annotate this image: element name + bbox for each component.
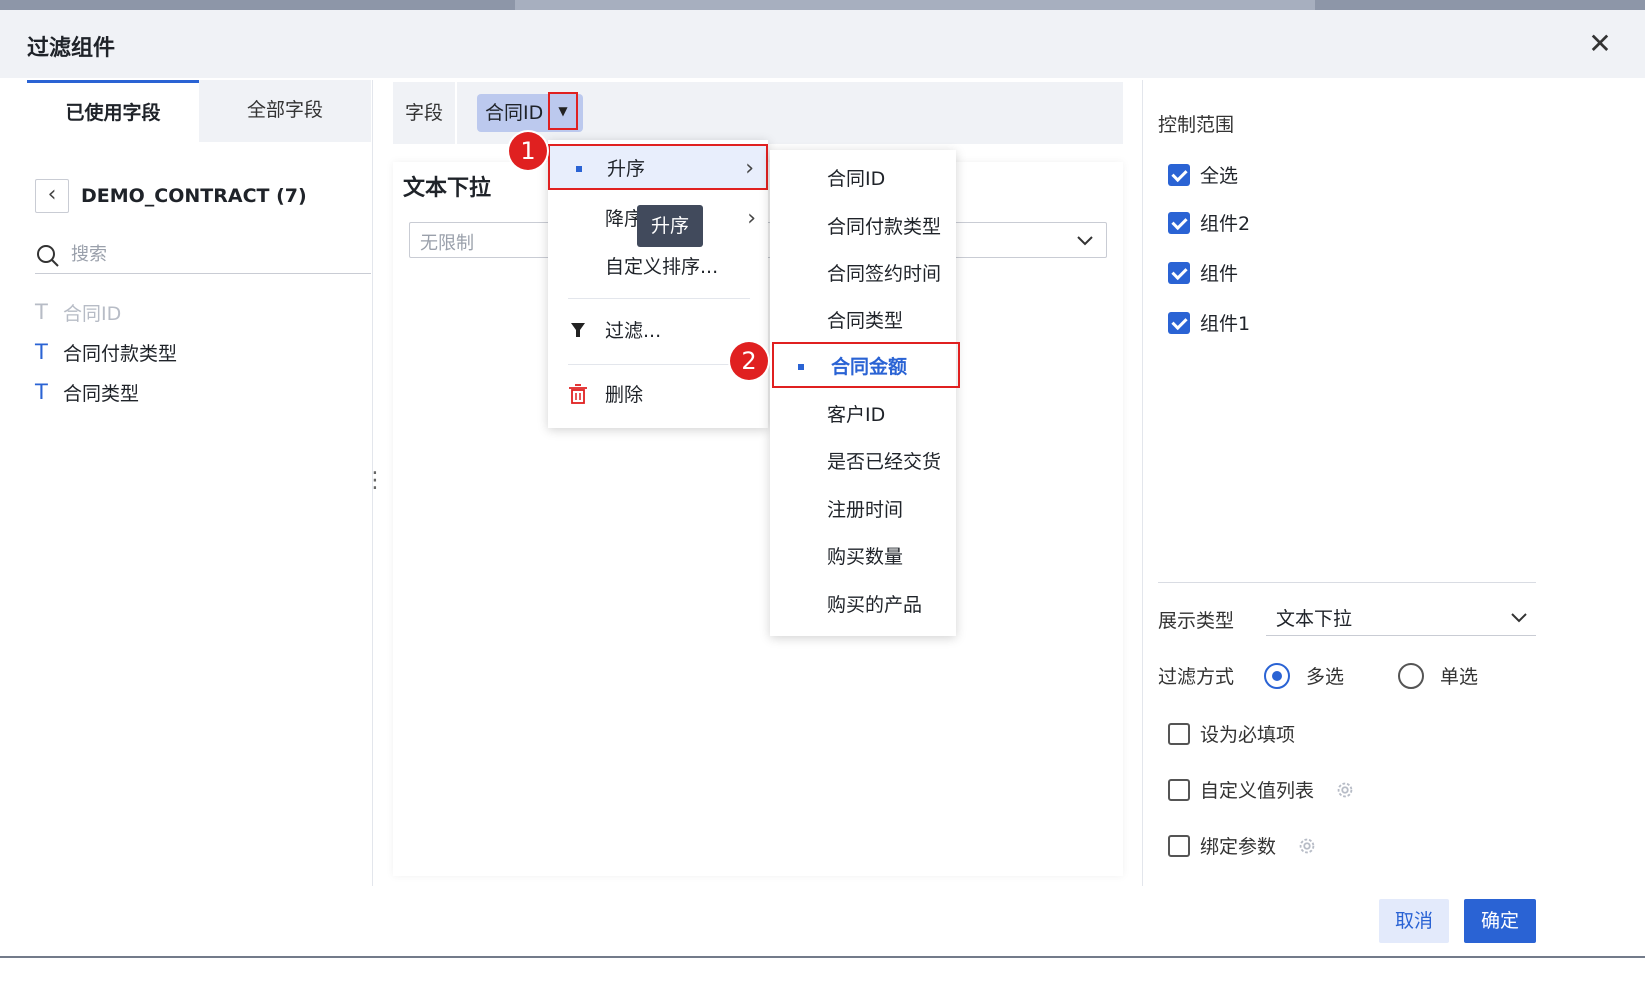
field-label: 合同ID <box>63 302 122 325</box>
checkbox-custom-values[interactable]: 自定义值列表 <box>1168 776 1356 803</box>
chevron-down-icon <box>1077 236 1093 246</box>
section-divider <box>1158 582 1536 583</box>
checkbox-select-all[interactable]: 全选 <box>1168 161 1238 188</box>
background-strip <box>0 0 1645 10</box>
field-bar-label: 字段 <box>393 82 457 144</box>
menu-separator <box>568 364 750 365</box>
checkbox-component1[interactable]: 组件1 <box>1168 309 1250 336</box>
checkbox-checked-icon <box>1168 211 1190 234</box>
selected-dot-icon <box>576 166 582 172</box>
gear-icon[interactable] <box>1296 835 1318 857</box>
field-panel: 已使用字段 全部字段 ‹ DEMO_CONTRACT (7) T 合同ID T 合同… <box>27 80 371 900</box>
text-type-icon: T <box>35 380 48 404</box>
text-type-icon: T <box>35 340 48 364</box>
field-bar: 字段 合同ID <box>393 82 1123 144</box>
field-label: 合同类型 <box>63 382 140 405</box>
list-item-field[interactable]: T 合同类型 <box>35 372 371 412</box>
display-type-label: 展示类型 <box>1158 610 1235 632</box>
submenu-item[interactable]: 合同ID <box>770 156 956 202</box>
dataset-name: DEMO_CONTRACT (7) <box>81 185 307 207</box>
search-icon <box>37 244 59 267</box>
selected-dot-icon <box>798 364 804 370</box>
checkbox-unchecked-icon <box>1168 778 1190 801</box>
menu-separator <box>568 298 750 299</box>
menu-item-custom-sort[interactable]: 自定义排序... <box>548 244 768 290</box>
submenu-item[interactable]: 合同类型 <box>770 298 956 344</box>
display-type-select[interactable]: 文本下拉 <box>1266 598 1536 636</box>
submenu-item[interactable]: 客户ID <box>770 392 956 438</box>
dataset-row: ‹ DEMO_CONTRACT (7) <box>35 178 307 214</box>
submenu-item[interactable]: 注册时间 <box>770 487 956 533</box>
submenu-item[interactable]: 购买的产品 <box>770 582 956 628</box>
gear-icon[interactable] <box>1334 779 1356 801</box>
radio-single-label: 单选 <box>1440 666 1479 688</box>
checkbox-required[interactable]: 设为必填项 <box>1168 720 1295 747</box>
field-tabs: 已使用字段 全部字段 <box>27 80 371 142</box>
field-search <box>35 236 371 274</box>
submenu-item-selected[interactable]: 合同金额 <box>772 342 960 388</box>
submenu-item[interactable]: 购买数量 <box>770 534 956 580</box>
text-type-icon: T <box>35 300 48 324</box>
panel-divider <box>1142 80 1143 886</box>
ok-button[interactable]: 确定 <box>1464 899 1536 943</box>
chevron-right-icon: › <box>745 156 754 181</box>
checkbox-component[interactable]: 组件 <box>1168 259 1238 286</box>
close-icon[interactable]: ✕ <box>1584 28 1616 60</box>
chevron-right-icon: › <box>747 206 756 231</box>
menu-item-delete[interactable]: 删除 <box>548 372 768 418</box>
chip-dropdown-button[interactable]: ▼ <box>548 92 578 130</box>
radio-multi-label: 多选 <box>1306 666 1345 688</box>
radio-single[interactable] <box>1398 662 1425 689</box>
back-button[interactable]: ‹ <box>35 179 69 213</box>
trash-icon <box>569 384 587 404</box>
search-input[interactable] <box>71 244 351 265</box>
cancel-button[interactable]: 取消 <box>1379 899 1449 943</box>
submenu-item[interactable]: 合同签约时间 <box>770 251 956 297</box>
preview-placeholder: 无限制 <box>420 233 474 254</box>
tab-all-fields[interactable]: 全部字段 <box>199 80 371 142</box>
checkbox-component2[interactable]: 组件2 <box>1168 209 1250 236</box>
bottom-border <box>0 956 1645 958</box>
filter-mode-row: 过滤方式 多选 单选 <box>1158 662 1478 689</box>
display-type-value: 文本下拉 <box>1276 608 1353 630</box>
filter-mode-label: 过滤方式 <box>1158 666 1235 688</box>
submenu-item[interactable]: 合同付款类型 <box>770 204 956 250</box>
step-badge: 1 <box>509 132 547 170</box>
tab-used-fields[interactable]: 已使用字段 <box>27 80 199 142</box>
dialog-titlebar: 过滤组件 ✕ <box>0 10 1645 78</box>
checkbox-checked-icon <box>1168 261 1190 284</box>
sort-field-submenu: 合同ID 合同付款类型 合同签约时间 合同类型 合同金额 客户ID 是否已经交货… <box>770 150 960 636</box>
field-label: 合同付款类型 <box>63 342 178 365</box>
radio-multi[interactable] <box>1264 662 1291 689</box>
menu-item-ascending[interactable]: 升序 › <box>548 144 768 190</box>
chevron-down-icon <box>1511 613 1527 623</box>
funnel-icon <box>571 323 585 337</box>
sort-context-menu: 升序 › 降序 › 自定义排序... 过滤... 删除 <box>548 140 768 428</box>
step-badge: 2 <box>730 342 768 380</box>
submenu-item[interactable]: 是否已经交货 <box>770 439 956 485</box>
background-strip-segment <box>515 0 1315 10</box>
list-item-field[interactable]: T 合同ID <box>35 292 371 332</box>
checkbox-bind-param[interactable]: 绑定参数 <box>1168 832 1318 859</box>
checkbox-unchecked-icon <box>1168 834 1190 857</box>
list-item-field[interactable]: T 合同付款类型 <box>35 332 371 372</box>
tooltip: 升序 <box>637 205 703 247</box>
field-list: T 合同ID T 合同付款类型 T 合同类型 <box>35 292 371 412</box>
checkbox-checked-icon <box>1168 163 1190 186</box>
checkbox-checked-icon <box>1168 311 1190 334</box>
checkbox-unchecked-icon <box>1168 722 1190 745</box>
preview-title: 文本下拉 <box>403 176 492 201</box>
control-scope-label: 控制范围 <box>1158 114 1235 136</box>
dialog-title: 过滤组件 <box>27 36 116 61</box>
